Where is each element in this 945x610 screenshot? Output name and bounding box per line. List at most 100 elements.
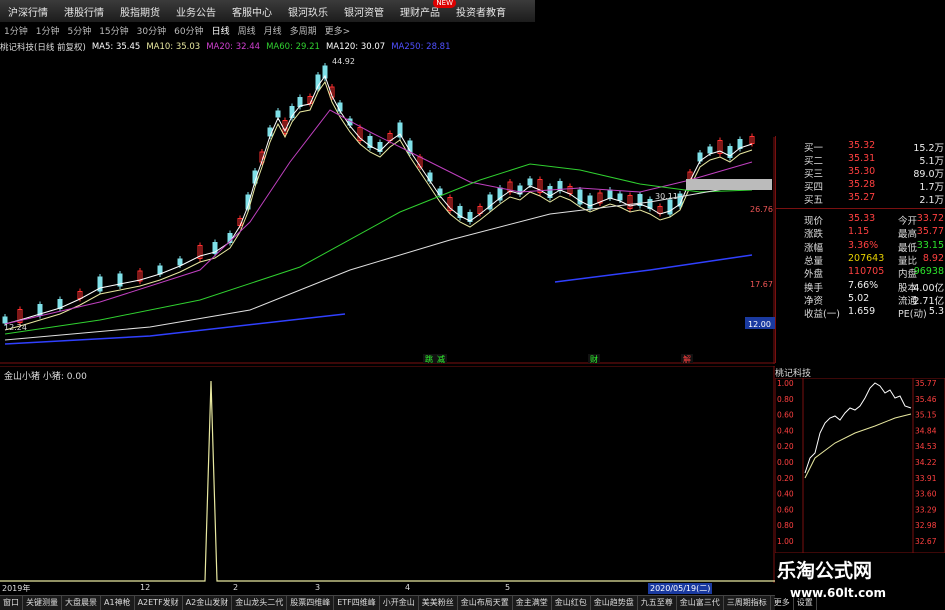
nav-item-3[interactable]: 业务公告 xyxy=(168,4,224,19)
formula-tab-14[interactable]: 金山趋势盘 xyxy=(591,596,638,610)
period-8[interactable]: 月线 xyxy=(260,24,286,37)
nav-item-1[interactable]: 港股行情 xyxy=(56,4,112,19)
formula-tab-1[interactable]: 关键测量 xyxy=(23,596,62,610)
formula-tab-17[interactable]: 三周期指标 xyxy=(724,596,771,610)
formula-tab-5[interactable]: A2金山发财 xyxy=(183,596,233,610)
stat-row: 涨幅 3.36% 最低 33.15 xyxy=(776,240,945,254)
bid-price: 35.30 xyxy=(848,166,876,177)
high-price-label: 44.92 xyxy=(332,57,355,66)
stat-row: 收益(一) 1.659 PE(动) 5.3 xyxy=(776,306,945,321)
bid-row[interactable]: 买二 35.31 5.1万 xyxy=(776,153,945,167)
bid-label: 买一 xyxy=(804,143,824,154)
candle-body xyxy=(177,258,183,266)
stat-value-2: 5.3 xyxy=(928,306,944,318)
signal-label: 跳 xyxy=(425,354,433,364)
mini-left-tick: 0.00 xyxy=(777,458,794,467)
formula-tab-16[interactable]: 金山富三代 xyxy=(677,596,724,610)
period-2[interactable]: 5分钟 xyxy=(63,24,95,37)
top-nav: 沪深行情 港股行情 股指期货 业务公告 客服中心 银河玖乐 银河资管 理财产品 NEW 投资者教育 xyxy=(0,0,535,23)
date-label: 3 xyxy=(315,583,321,592)
bid-row[interactable]: 买三 35.30 89.0万 xyxy=(776,166,945,180)
formula-tab-2[interactable]: 大盘晨景 xyxy=(62,596,101,610)
formula-tab-8[interactable]: ETF四维峰 xyxy=(334,596,380,610)
nav-item-0[interactable]: 沪深行情 xyxy=(0,4,56,19)
bid-volume: 1.7万 xyxy=(919,182,944,193)
nav-item-4[interactable]: 客服中心 xyxy=(224,4,280,19)
formula-tab-12[interactable]: 金主满堂 xyxy=(513,596,552,610)
stat-value-2: 35.77 xyxy=(916,226,944,238)
stat-label: 总量 xyxy=(804,255,824,267)
stat-label: 收益(一) xyxy=(804,309,840,321)
period-6[interactable]: 日线 xyxy=(208,24,234,37)
bid-row[interactable]: 买一 35.32 15.2万 xyxy=(776,140,945,154)
formula-tab-4[interactable]: A2ETF发财 xyxy=(135,596,183,610)
formula-tab-0[interactable]: 窗口 xyxy=(0,596,23,610)
signal-label: 解 xyxy=(683,354,691,364)
candlestick-chart[interactable]: 44.92 12.24 26.76 17.67 30.11 12.00 跳减 财 解 xyxy=(0,52,775,364)
stat-label-2: 最低 xyxy=(898,242,918,254)
formula-tab-6[interactable]: 金山龙头二代 xyxy=(232,596,288,610)
mini-left-tick: 0.60 xyxy=(777,505,794,514)
stat-value: 110705 xyxy=(848,266,885,278)
mini-left-tick: 1.00 xyxy=(777,379,794,388)
period-1[interactable]: 1分钟 xyxy=(32,24,64,37)
low-price-label: 12.24 xyxy=(4,323,27,332)
signal-label: 财 xyxy=(590,354,598,364)
indicator-chart[interactable] xyxy=(0,366,775,583)
candle-body xyxy=(707,146,713,154)
formula-tab-13[interactable]: 金山红包 xyxy=(552,596,591,610)
intraday-mini-chart[interactable]: 1.00 0.80 0.60 0.40 0.20 0.00 0.20 0.40 0.60 0.80… xyxy=(775,378,945,553)
bid-label: 买三 xyxy=(804,169,824,180)
mini-right-tick: 33.29 xyxy=(915,505,937,514)
stat-value: 7.66% xyxy=(848,279,879,291)
period-4[interactable]: 30分钟 xyxy=(133,24,170,37)
period-7[interactable]: 周线 xyxy=(234,24,260,37)
mini-left-tick: 0.40 xyxy=(777,490,794,499)
formula-tab-10[interactable]: 美美粉丝 xyxy=(419,596,458,610)
highlight-bar xyxy=(686,179,772,190)
stat-row: 现价 35.33 今开 33.72 xyxy=(776,213,945,227)
period-3[interactable]: 15分钟 xyxy=(95,24,132,37)
formula-tab-11[interactable]: 金山布局天置 xyxy=(458,596,513,610)
date-label: 5 xyxy=(505,583,511,592)
stat-value-2: 33.72 xyxy=(916,213,944,224)
candle-body xyxy=(275,110,281,118)
period-bar: 1分钟 1分钟 5分钟 15分钟 30分钟 60分钟 日线 周线 月线 多周期 更多> xyxy=(0,22,535,38)
candle-body xyxy=(527,178,533,186)
formula-tab-7[interactable]: 股票四维峰 xyxy=(287,596,335,610)
ma-legend-item: MA120: 30.07 xyxy=(325,41,386,52)
mini-right-tick: 34.53 xyxy=(915,442,937,451)
bid-row[interactable]: 买五 35.27 2.1万 xyxy=(776,192,945,206)
ma-legend-item: MA10: 35.03 xyxy=(146,41,201,52)
ma250-line-right xyxy=(554,254,753,283)
formula-tab-3[interactable]: A1神枪 xyxy=(101,596,135,610)
stat-row: 外盘 110705 内盘 96938 xyxy=(776,266,945,280)
stat-value-2: 8.92 xyxy=(922,252,944,264)
bid-row[interactable]: 买四 35.28 1.7万 xyxy=(776,179,945,193)
nav-item-2[interactable]: 股指期货 xyxy=(112,4,168,19)
stat-label-2: 最高 xyxy=(898,229,918,241)
stat-label: 净资 xyxy=(804,295,824,307)
ma-legend-item: MA250: 28.81 xyxy=(391,41,451,52)
stat-value: 1.659 xyxy=(848,306,876,318)
nav-item-8[interactable]: 投资者教育 xyxy=(448,4,514,19)
mini-chart-title: 桃记科技 xyxy=(775,366,945,379)
ma-legend-item: MA60: 29.21 xyxy=(266,41,320,52)
formula-tab-9[interactable]: 小开金山 xyxy=(380,596,419,610)
nav-item-7[interactable]: 理财产品 NEW xyxy=(392,0,456,19)
bid-price: 35.32 xyxy=(848,140,876,151)
period-0[interactable]: 1分钟 xyxy=(0,24,32,37)
mini-left-tick: 0.40 xyxy=(777,426,794,435)
nav-item-6[interactable]: 银河资管 xyxy=(336,4,392,19)
period-10[interactable]: 更多> xyxy=(321,24,355,37)
nav-item-5[interactable]: 银河玖乐 xyxy=(280,4,336,19)
bid-volume: 2.1万 xyxy=(919,195,944,206)
period-9[interactable]: 多周期 xyxy=(286,24,321,37)
date-label: 12 xyxy=(140,583,151,592)
price-tag-text: 12.00 xyxy=(748,320,771,329)
stock-header: 桃记科技(日线 前复权) xyxy=(0,42,86,53)
formula-tab-15[interactable]: 九五至尊 xyxy=(638,596,677,610)
period-5[interactable]: 60分钟 xyxy=(170,24,207,37)
mini-avg-line xyxy=(804,413,912,479)
indicator-spike-line xyxy=(0,380,775,582)
